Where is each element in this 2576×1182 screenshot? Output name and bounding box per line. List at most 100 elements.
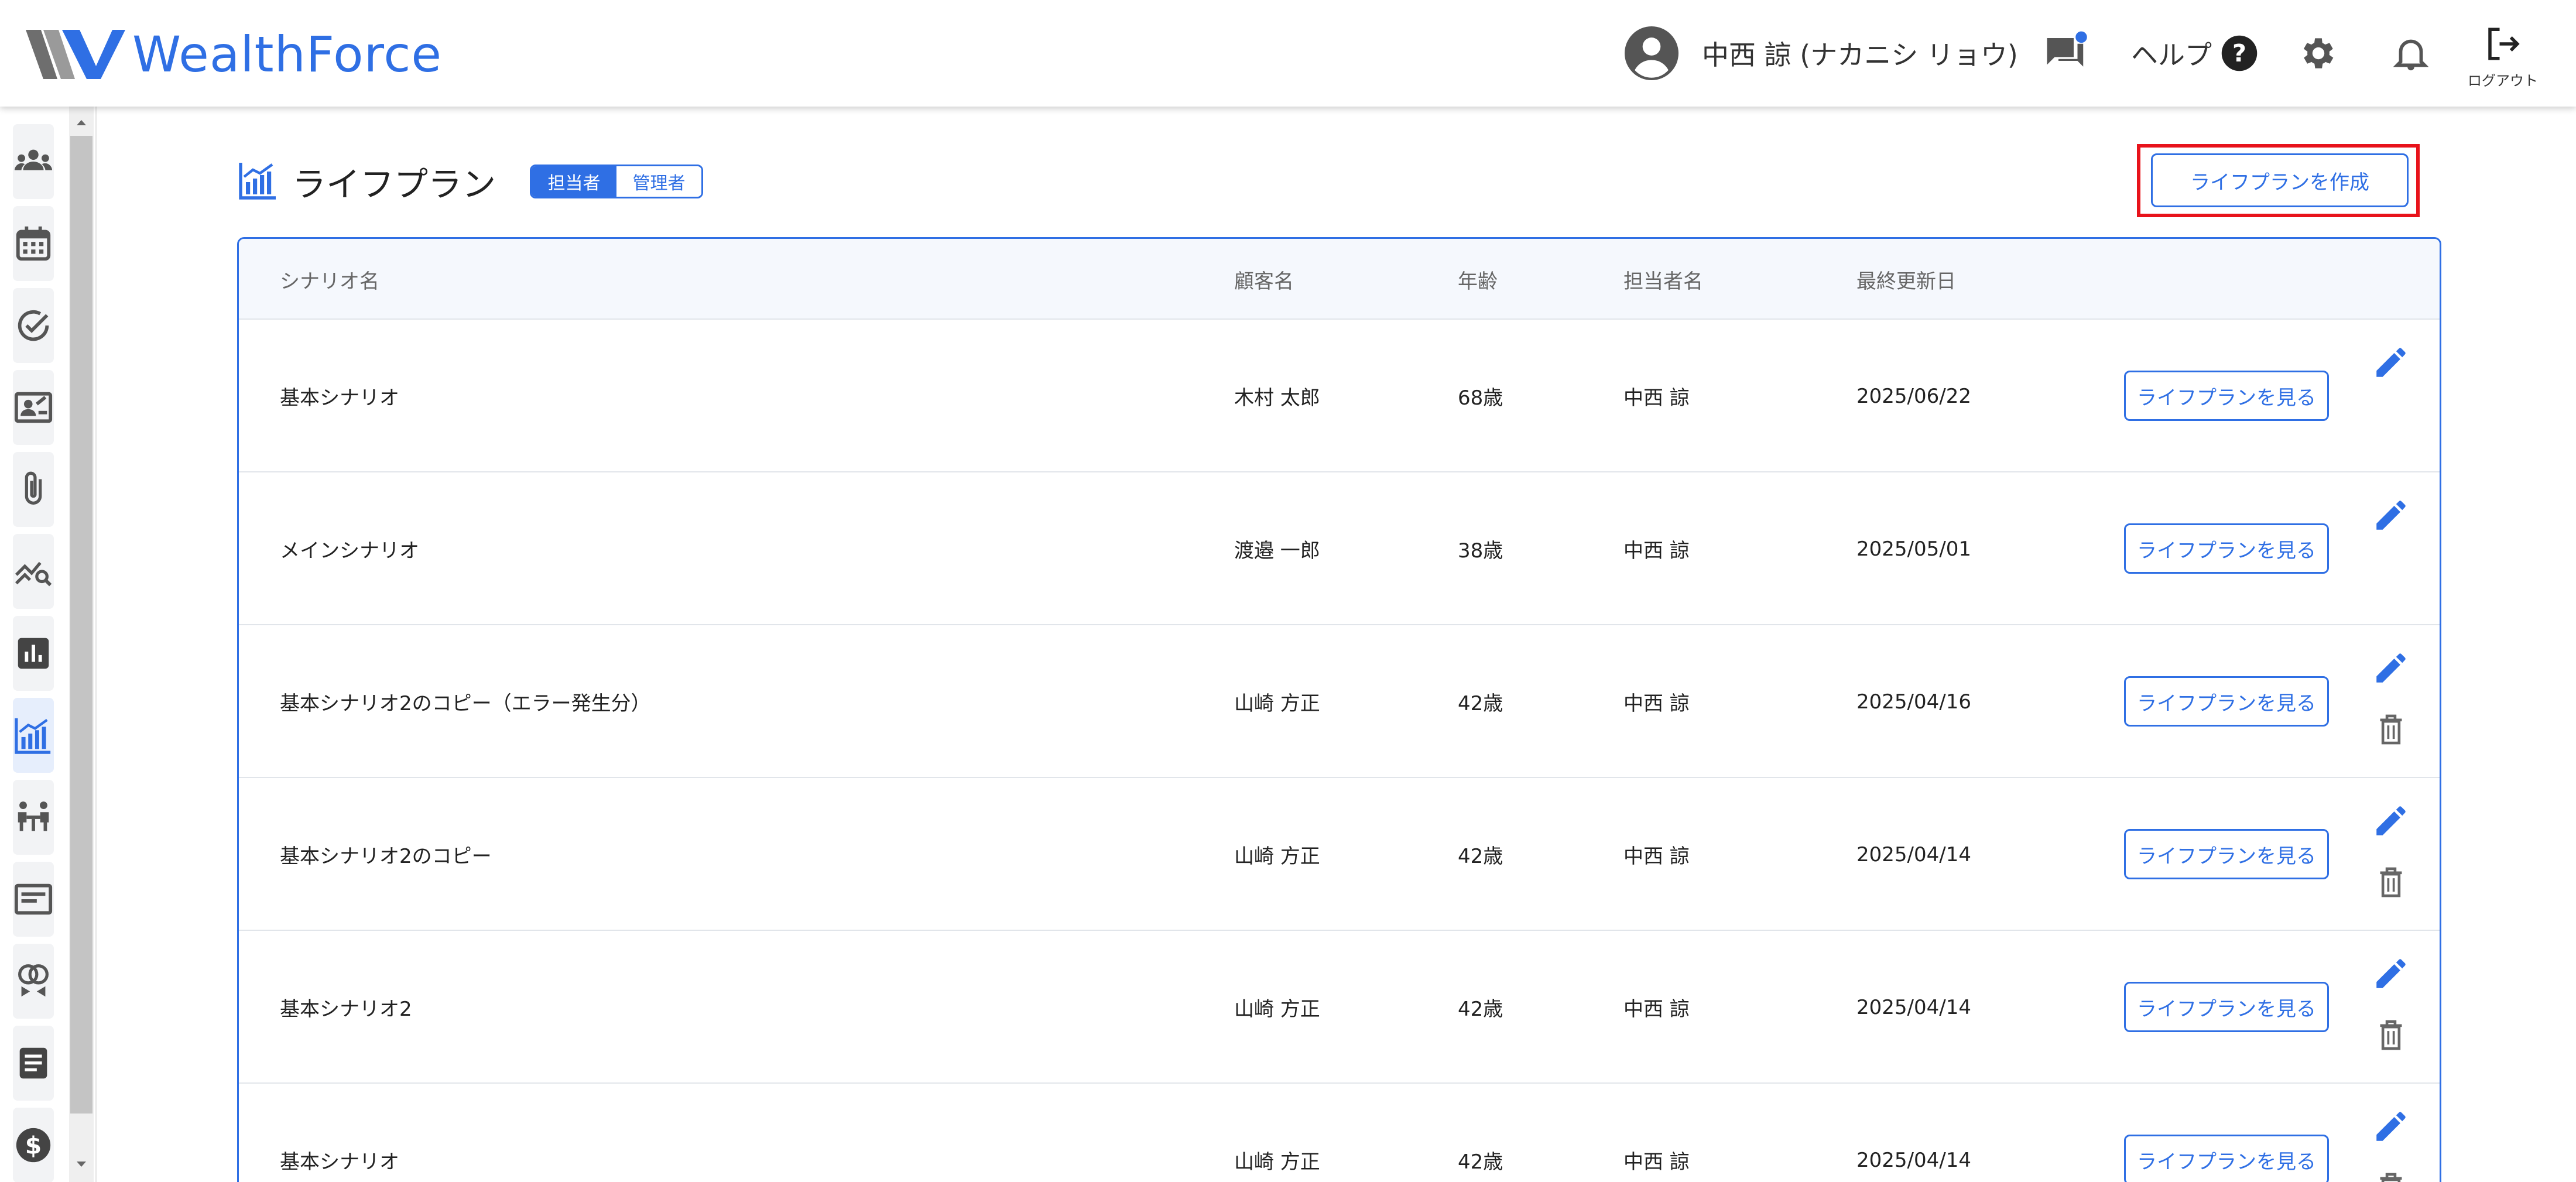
cell-scenario: 基本シナリオ2 xyxy=(280,998,412,1021)
help-label: ヘルプ xyxy=(2131,39,2212,71)
table-row: 基本シナリオ 山崎 方正 42歳 中西 諒 2025/04/14 ライフプランを見る xyxy=(239,1084,2440,1182)
column-header-age: 年齢 xyxy=(1458,269,1498,293)
cell-staff: 中西 諒 xyxy=(1623,386,1690,410)
gear-icon xyxy=(2303,38,2334,68)
table-row: 基本シナリオ2 山崎 方正 42歳 中西 諒 2025/04/14 ライフプランを見る xyxy=(239,931,2440,1084)
sidebar-item-attachments[interactable] xyxy=(13,452,54,527)
logout-button[interactable]: ログアウト xyxy=(2462,25,2544,90)
table-row: メインシナリオ 渡邉 一郎 38歳 中西 諒 2025/05/01 ライフプランを見る xyxy=(239,472,2440,625)
sidebar-item-news[interactable] xyxy=(13,862,54,937)
sidebar-item-customers[interactable] xyxy=(13,124,54,199)
svg-text:?: ? xyxy=(2232,39,2246,67)
dollar-icon: $ xyxy=(16,1128,51,1163)
cell-age: 42歳 xyxy=(1458,998,1503,1021)
help-circle-icon: ? xyxy=(2221,35,2258,71)
bell-icon xyxy=(2393,39,2429,71)
chat-icon xyxy=(2047,31,2087,67)
chart-search-icon xyxy=(15,561,52,587)
delete-icon[interactable] xyxy=(2375,712,2407,747)
toggle-staff[interactable]: 担当者 xyxy=(532,166,617,197)
sidebar-item-lifeplan[interactable] xyxy=(13,698,54,773)
chat-button[interactable] xyxy=(2043,0,2089,107)
delete-icon[interactable] xyxy=(2375,1170,2407,1182)
cell-staff: 中西 諒 xyxy=(1623,1150,1690,1174)
logo-mark-icon xyxy=(26,30,125,79)
document-icon xyxy=(19,1047,47,1079)
cell-staff: 中西 諒 xyxy=(1623,539,1690,563)
view-lifeplan-button[interactable]: ライフプランを見る xyxy=(2124,523,2329,574)
cell-updated: 2025/04/14 xyxy=(1856,842,1971,866)
role-toggle: 担当者 管理者 xyxy=(530,165,704,198)
sidebar-item-calendar[interactable] xyxy=(13,206,54,281)
column-header-staff: 担当者名 xyxy=(1623,269,1703,293)
view-lifeplan-button[interactable]: ライフプランを見る xyxy=(2124,371,2329,421)
cell-updated: 2025/06/22 xyxy=(1856,384,1971,408)
user-menu[interactable]: 中西 諒 (ナカニシ リョウ) xyxy=(1625,0,2018,107)
delete-icon[interactable] xyxy=(2375,865,2407,900)
newsletter-icon xyxy=(14,883,53,915)
edit-icon[interactable] xyxy=(2372,1107,2410,1146)
table-row: 基本シナリオ2のコピー（エラー発生分） 山崎 方正 42歳 中西 諒 2025/04/1… xyxy=(239,625,2440,778)
lifeplan-chart-icon xyxy=(15,718,51,754)
view-lifeplan-button[interactable]: ライフプランを見る xyxy=(2124,676,2329,727)
cell-age: 68歳 xyxy=(1458,386,1503,410)
logo-text: WealthForce xyxy=(132,26,443,83)
sidebar-item-finance[interactable]: $ xyxy=(13,1108,54,1182)
sidebar-item-analysis[interactable] xyxy=(13,534,54,609)
edit-icon[interactable] xyxy=(2372,343,2410,382)
sidebar-item-tasks[interactable] xyxy=(13,288,54,363)
check-circle-icon xyxy=(18,310,49,341)
cell-staff: 中西 諒 xyxy=(1623,998,1690,1021)
delete-icon[interactable] xyxy=(2375,1017,2407,1053)
cell-updated: 2025/05/01 xyxy=(1856,537,1971,561)
sidebar-item-marriage[interactable] xyxy=(13,944,54,1019)
view-lifeplan-button[interactable]: ライフプランを見る xyxy=(2124,1135,2329,1182)
sidebar-item-meetings[interactable] xyxy=(13,780,54,855)
calendar-icon xyxy=(16,226,51,261)
bar-chart-icon xyxy=(18,638,49,669)
edit-icon[interactable] xyxy=(2372,801,2410,840)
contact-card-icon xyxy=(14,392,53,423)
cell-scenario: 基本シナリオ2のコピー xyxy=(280,845,492,868)
table-header: シナリオ名 顧客名 年齢 担当者名 最終更新日 xyxy=(239,239,2440,320)
account-circle-icon xyxy=(1625,26,1678,80)
cell-staff: 中西 諒 xyxy=(1623,845,1690,868)
column-header-scenario: シナリオ名 xyxy=(280,269,379,293)
cell-customer: 山崎 方正 xyxy=(1234,1150,1320,1174)
sidebar-item-reports[interactable] xyxy=(13,616,54,691)
rings-icon xyxy=(18,964,49,997)
toggle-admin[interactable]: 管理者 xyxy=(616,166,702,197)
lifeplan-title-icon xyxy=(237,159,279,204)
sidebar-item-documents[interactable] xyxy=(13,1026,54,1101)
wealthforce-logo[interactable]: WealthForce xyxy=(26,22,442,87)
sidebar-scroll-thumb[interactable] xyxy=(70,136,93,1114)
scroll-down-arrow-icon[interactable] xyxy=(71,1154,91,1174)
view-lifeplan-button[interactable]: ライフプランを見る xyxy=(2124,982,2329,1032)
svg-text:$: $ xyxy=(25,1132,42,1160)
notifications-button[interactable] xyxy=(2390,0,2431,107)
cell-scenario: メインシナリオ xyxy=(280,539,419,563)
edit-icon[interactable] xyxy=(2372,649,2410,687)
help-button[interactable]: ヘルプ ? xyxy=(2131,0,2259,107)
groups-icon xyxy=(14,149,53,170)
app-header: WealthForce 中西 諒 (ナカニシ リョウ) ヘルプ ? ログアウト xyxy=(0,0,2576,107)
cell-customer: 山崎 方正 xyxy=(1234,845,1320,868)
meeting-icon xyxy=(18,801,49,831)
cell-updated: 2025/04/14 xyxy=(1856,1148,1971,1172)
cell-staff: 中西 諒 xyxy=(1623,692,1690,715)
cell-customer: 山崎 方正 xyxy=(1234,692,1320,715)
edit-icon[interactable] xyxy=(2372,954,2410,993)
scroll-up-arrow-icon[interactable] xyxy=(71,112,91,132)
view-lifeplan-button[interactable]: ライフプランを見る xyxy=(2124,829,2329,879)
cell-customer: 山崎 方正 xyxy=(1234,998,1320,1021)
sidebar-item-contacts[interactable] xyxy=(13,370,54,445)
cell-scenario: 基本シナリオ xyxy=(280,1150,399,1174)
table-row: 基本シナリオ2のコピー 山崎 方正 42歳 中西 諒 2025/04/14 ライフプランを… xyxy=(239,778,2440,931)
edit-icon[interactable] xyxy=(2372,496,2410,535)
settings-button[interactable] xyxy=(2298,0,2339,107)
create-lifeplan-button[interactable]: ライフプランを作成 xyxy=(2151,153,2409,207)
cell-age: 42歳 xyxy=(1458,845,1503,868)
user-name: 中西 諒 (ナカニシ リョウ) xyxy=(1702,39,2018,71)
cell-updated: 2025/04/16 xyxy=(1856,690,1971,714)
table-row: 基本シナリオ 木村 太郎 68歳 中西 諒 2025/06/22 ライフプランを見る xyxy=(239,320,2440,472)
